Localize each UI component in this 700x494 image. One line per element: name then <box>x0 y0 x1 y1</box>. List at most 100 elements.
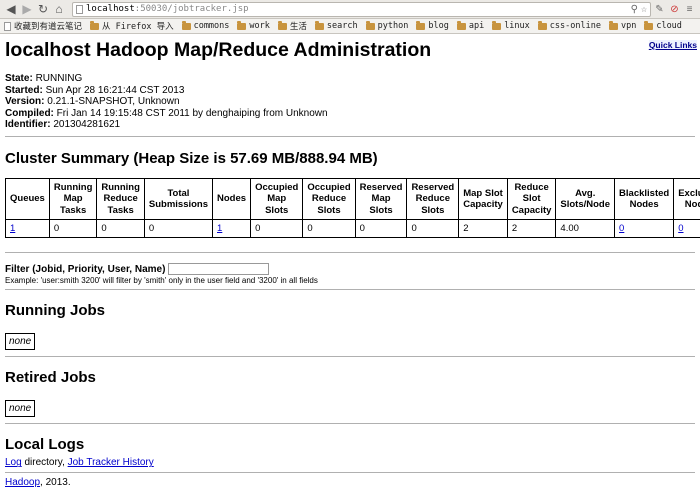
state-value: RUNNING <box>35 73 83 84</box>
bookmark-folder[interactable]: work <box>237 20 270 31</box>
col-reserved-reduce-slots: Reserved Reduce Slots <box>406 177 460 221</box>
queues-link[interactable]: 1 <box>10 223 15 234</box>
compiled-label: Compiled: <box>5 107 54 119</box>
footer-text: , 2013. <box>40 477 71 489</box>
menu-icon[interactable]: ≡ <box>683 3 696 16</box>
bookmark-folder[interactable]: blog <box>416 20 449 31</box>
folder-icon <box>277 20 287 30</box>
divider <box>5 472 695 474</box>
compiled-value: Fri Jan 14 19:15:48 CST 2011 by denghaip… <box>56 107 328 119</box>
bookmark-folder[interactable]: 从 Firefox 导入 <box>90 20 174 32</box>
cell-reserved-reduce-slots: 0 <box>406 219 460 239</box>
started-value: Sun Apr 28 16:21:44 CST 2013 <box>45 84 185 96</box>
cell-running-reduce-tasks: 0 <box>96 219 145 239</box>
page-icon <box>4 21 11 31</box>
cluster-summary-table: Queues Running Map Tasks Running Reduce … <box>5 177 700 239</box>
cell-running-map-tasks: 0 <box>48 219 98 239</box>
started-line: Started: Sun Apr 28 16:21:44 CST 2013 <box>5 85 695 97</box>
nodes-link[interactable]: 1 <box>217 223 222 234</box>
version-line: Version: 0.21.1-SNAPSHOT, Unknown <box>5 96 695 108</box>
col-running-map-tasks: Running Map Tasks <box>48 177 98 221</box>
url-bar[interactable]: localhost:50030/jobtracker.jsp ⚲ ☆ <box>72 1 651 17</box>
col-reduce-slot-capacity: Reduce Slot Capacity <box>506 177 557 221</box>
bookmark-folder[interactable]: search <box>314 20 358 31</box>
col-total-submissions: Total Submissions <box>143 177 214 221</box>
extension-icon[interactable]: ✎ <box>653 3 666 16</box>
folder-icon <box>90 20 100 30</box>
divider <box>5 252 695 254</box>
col-map-slot-capacity: Map Slot Capacity <box>458 177 508 221</box>
search-icon[interactable]: ⚲ <box>631 4 638 15</box>
forward-icon[interactable]: ▶ <box>20 2 34 16</box>
bookmark-folder[interactable]: css-online <box>537 20 601 31</box>
retired-jobs-empty: none <box>9 403 32 415</box>
quick-links[interactable]: Quick Links <box>648 40 697 50</box>
divider <box>5 289 695 291</box>
col-running-reduce-tasks: Running Reduce Tasks <box>96 177 145 221</box>
home-icon[interactable]: ⌂ <box>52 2 66 16</box>
cluster-summary-title: Cluster Summary (Heap Size is 57.69 MB/8… <box>5 149 378 167</box>
back-icon[interactable]: ◀ <box>4 2 18 16</box>
filter-label: Filter (Jobid, Priority, User, Name) <box>5 263 166 275</box>
folder-icon <box>181 20 191 30</box>
bookmark-folder[interactable]: commons <box>181 20 229 31</box>
excluded-nodes-link[interactable]: 0 <box>678 223 683 234</box>
bookmark-item[interactable]: 收藏到有道云笔记 <box>4 20 82 32</box>
folder-icon <box>644 20 654 30</box>
blacklisted-nodes-link[interactable]: 0 <box>619 223 624 234</box>
url-path: :50030/jobtracker.jsp <box>134 4 249 14</box>
col-nodes: Nodes <box>212 177 252 221</box>
table-row: 1 0 0 0 1 0 0 0 0 2 2 4.00 0 0 <box>5 219 700 239</box>
folder-icon <box>456 20 466 30</box>
divider <box>5 356 695 358</box>
compiled-line: Compiled: Fri Jan 14 19:15:48 CST 2011 b… <box>5 108 695 120</box>
filter-row: Filter (Jobid, Priority, User, Name) <box>5 263 695 276</box>
folder-icon <box>608 20 618 30</box>
divider <box>5 135 695 137</box>
col-avg-slots-node: Avg. Slots/Node <box>555 177 616 221</box>
started-label: Started: <box>5 84 43 96</box>
col-queues: Queues <box>5 177 50 221</box>
divider <box>5 423 695 425</box>
retired-jobs-table: none <box>5 400 36 418</box>
cell-occupied-reduce-slots: 0 <box>302 219 356 239</box>
page-content: Quick Links localhost Hadoop Map/Reduce … <box>0 39 700 488</box>
cell-avg-slots-node: 4.00 <box>555 219 616 239</box>
bookmark-folder[interactable]: 生活 <box>277 20 307 32</box>
retired-jobs-title: Retired Jobs <box>5 369 96 387</box>
state-line: State: RUNNING <box>5 73 695 85</box>
filter-input[interactable] <box>168 263 270 276</box>
bookmark-folder[interactable]: vpn <box>608 20 636 31</box>
bookmark-folder[interactable]: api <box>456 20 484 31</box>
local-logs-title: Local Logs <box>5 436 85 454</box>
bookmark-star-icon[interactable]: ☆ <box>641 4 647 15</box>
folder-icon <box>416 20 426 30</box>
cell-nodes: 1 <box>212 219 252 239</box>
reload-icon[interactable]: ↻ <box>36 2 50 16</box>
cell-queues: 1 <box>5 219 50 239</box>
local-logs-line: Log directory, Job Tracker History <box>5 457 695 468</box>
bookmark-folder[interactable]: linux <box>492 20 530 31</box>
running-jobs-empty: none <box>9 336 32 348</box>
hadoop-link[interactable]: Hadoop <box>5 477 40 488</box>
folder-icon <box>492 20 502 30</box>
log-link[interactable]: Log <box>5 457 22 468</box>
col-blacklisted-nodes: Blacklisted Nodes <box>614 177 675 221</box>
folder-icon <box>537 20 547 30</box>
stop-icon[interactable]: ⊘ <box>668 3 681 16</box>
bookmark-folder[interactable]: cloud <box>644 20 682 31</box>
folder-icon <box>237 20 247 30</box>
job-tracker-history-link[interactable]: Job Tracker History <box>68 457 154 468</box>
identifier-line: Identifier: 201304281621 <box>5 119 695 131</box>
running-jobs-table: none <box>5 333 36 351</box>
bookmark-folder[interactable]: python <box>365 20 408 31</box>
cell-blacklisted-nodes: 0 <box>614 219 675 239</box>
state-label: State: <box>5 73 33 84</box>
col-reserved-map-slots: Reserved Map Slots <box>354 177 408 221</box>
bookmarks-bar: 收藏到有道云笔记 从 Firefox 导入 commons work 生活 se… <box>0 19 700 34</box>
folder-icon <box>314 20 324 30</box>
cell-reserved-map-slots: 0 <box>354 219 408 239</box>
url-host: localhost <box>86 4 135 14</box>
page-icon <box>76 4 83 14</box>
running-jobs-title: Running Jobs <box>5 302 105 320</box>
